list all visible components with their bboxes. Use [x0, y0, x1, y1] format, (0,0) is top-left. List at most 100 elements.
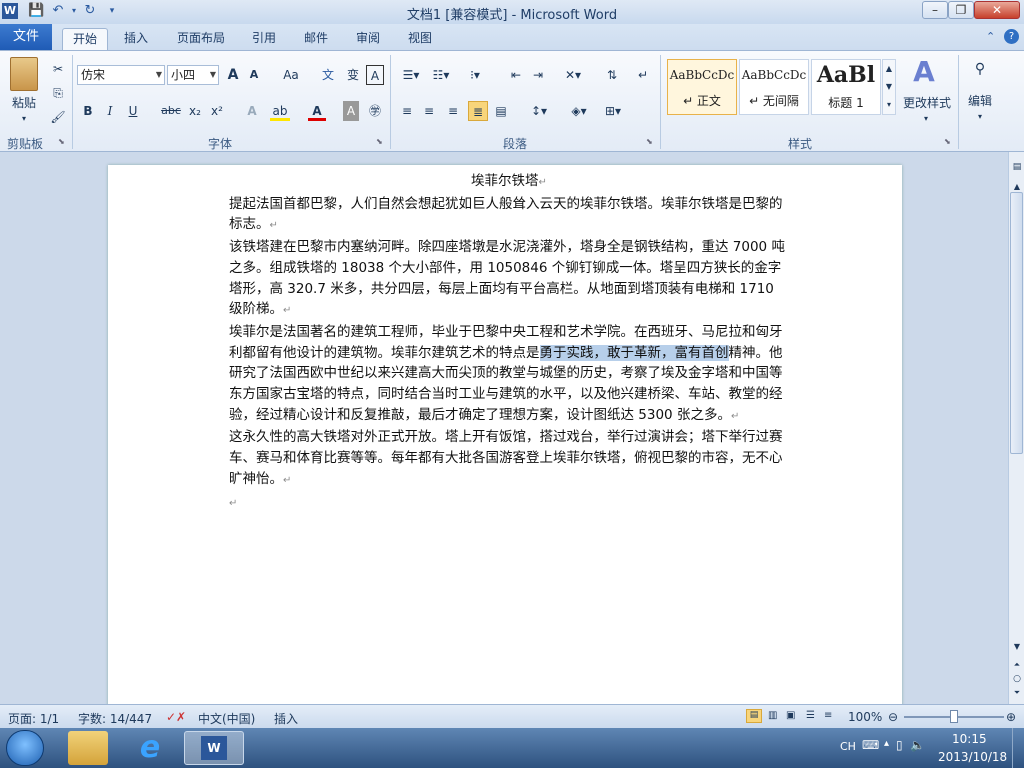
ribbon-collapse-icon[interactable]: ⌃	[986, 30, 995, 43]
word-count[interactable]: 字数: 14/447	[78, 710, 152, 727]
volume-icon[interactable]: 🔈	[910, 738, 925, 752]
tab-mailings[interactable]: 邮件	[298, 28, 334, 50]
italic-button[interactable]: I	[101, 101, 119, 121]
insert-mode[interactable]: 插入	[274, 710, 298, 727]
clipboard-launcher-icon[interactable]: ⬊	[58, 137, 65, 146]
clock-time[interactable]: 10:15	[952, 732, 987, 746]
tab-file[interactable]: 文件	[0, 24, 52, 50]
show-marks-icon[interactable]: ↵	[634, 65, 652, 85]
char-border-icon[interactable]: A	[366, 65, 384, 85]
help-icon[interactable]: ?	[1004, 29, 1019, 44]
font-name-combo[interactable]: 仿宋 ▼	[77, 65, 165, 85]
tray-expand-icon[interactable]: ▴	[884, 738, 889, 749]
chinese-layout-icon[interactable]: ✕▾	[560, 65, 586, 85]
font-size-combo[interactable]: 小四 ▼	[167, 65, 219, 85]
style-normal[interactable]: AaBbCcDc ↵ 正文	[667, 59, 737, 115]
bold-button[interactable]: B	[79, 101, 97, 121]
font-color-icon[interactable]: A	[308, 101, 326, 121]
tab-insert[interactable]: 插入	[116, 28, 156, 50]
start-button[interactable]	[6, 730, 44, 766]
minimize-button[interactable]: –	[922, 1, 948, 19]
scroll-thumb[interactable]	[1010, 192, 1023, 454]
keyboard-icon[interactable]: ⌨	[862, 738, 879, 752]
scroll-up-icon[interactable]: ▲	[1011, 182, 1023, 191]
text-effects-icon[interactable]: A	[242, 101, 262, 121]
zoom-out-icon[interactable]: ⊖	[888, 710, 898, 724]
language[interactable]: 中文(中国)	[198, 710, 255, 727]
binoculars-icon[interactable]: ⚲	[968, 61, 992, 81]
file-explorer-icon[interactable]	[68, 731, 108, 765]
prev-page-icon[interactable]: ⏶	[1011, 660, 1023, 670]
paste-dropdown-icon[interactable]: ▾	[16, 109, 32, 129]
tab-page-layout[interactable]: 页面布局	[170, 28, 232, 50]
tab-view[interactable]: 视图	[402, 28, 438, 50]
browse-object-icon[interactable]: ○	[1011, 674, 1023, 684]
highlight-icon[interactable]: ab	[270, 101, 290, 121]
zoom-in-icon[interactable]: ⊕	[1006, 710, 1016, 724]
shading-icon[interactable]: ◈▾	[566, 101, 592, 121]
document-body[interactable]: 埃菲尔铁塔↵ 提起法国首都巴黎，人们自然会想起犹如巨人般耸入云天的埃菲尔铁塔。埃…	[229, 171, 789, 514]
styles-launcher-icon[interactable]: ⬊	[944, 137, 951, 146]
tab-home[interactable]: 开始	[62, 28, 108, 50]
word-taskbar-icon[interactable]: W	[184, 731, 244, 765]
tab-references[interactable]: 引用	[246, 28, 282, 50]
tab-review[interactable]: 审阅	[350, 28, 386, 50]
paste-icon[interactable]	[10, 57, 38, 91]
change-styles-icon[interactable]: A	[908, 57, 940, 87]
style-heading-1[interactable]: AaBl 标题 1	[811, 59, 881, 115]
ruler-toggle-icon[interactable]: ▤	[1011, 162, 1023, 176]
borders-icon[interactable]: ⊞▾	[600, 101, 626, 121]
clock-date[interactable]: 2013/10/18	[938, 750, 1007, 764]
justify-icon[interactable]: ≣	[468, 101, 488, 121]
align-right-icon[interactable]: ≡	[444, 101, 462, 121]
font-launcher-icon[interactable]: ⬊	[376, 137, 383, 146]
line-spacing-icon[interactable]: ↕▾	[526, 101, 552, 121]
full-screen-reading-icon[interactable]: ▥	[768, 710, 777, 721]
cut-icon[interactable]: ✂	[48, 59, 68, 79]
align-center-icon[interactable]: ≡	[420, 101, 438, 121]
distributed-icon[interactable]: ▤	[492, 101, 510, 121]
close-button[interactable]: ✕	[974, 1, 1020, 19]
format-painter-icon[interactable]: 🖌	[48, 107, 68, 127]
phonetic-guide-icon[interactable]: 文	[318, 65, 338, 85]
bullets-icon[interactable]: ☰▾	[398, 65, 424, 85]
zoom-level[interactable]: 100%	[848, 710, 882, 724]
network-icon[interactable]: ▯	[896, 738, 903, 752]
enclosed-char-icon[interactable]: ㊫	[366, 101, 384, 121]
print-layout-icon[interactable]: ▤	[746, 709, 762, 723]
strikethrough-button[interactable]: abc	[158, 101, 184, 121]
grow-font-button[interactable]: A	[224, 65, 242, 85]
increase-indent-icon[interactable]: ⇥	[528, 65, 548, 85]
zoom-slider-thumb[interactable]	[950, 710, 958, 723]
align-left-icon[interactable]: ≡	[398, 101, 416, 121]
paragraph-launcher-icon[interactable]: ⬊	[646, 137, 653, 146]
proofing-icon[interactable]: ✓✗	[166, 710, 186, 724]
shrink-font-button[interactable]: A	[246, 65, 262, 85]
copy-icon[interactable]: ⎘	[48, 83, 68, 103]
char-shading-icon[interactable]: A	[343, 101, 359, 121]
outline-icon[interactable]: ☰	[806, 710, 815, 721]
font-group-label: 字体	[207, 137, 232, 151]
next-page-icon[interactable]: ⏷	[1011, 688, 1023, 698]
decrease-indent-icon[interactable]: ⇤	[506, 65, 526, 85]
subscript-button[interactable]: x₂	[186, 101, 204, 121]
document-page[interactable]: 埃菲尔铁塔↵ 提起法国首都巴黎，人们自然会想起犹如巨人般耸入云天的埃菲尔铁塔。埃…	[108, 165, 902, 710]
show-desktop-button[interactable]	[1012, 728, 1024, 768]
restore-button[interactable]: ❐	[948, 1, 974, 19]
change-case-button[interactable]: Aa	[278, 65, 304, 85]
superscript-button[interactable]: x²	[208, 101, 226, 121]
enclose-chars-icon[interactable]: 变	[343, 65, 363, 85]
style-no-spacing[interactable]: AaBbCcDc ↵ 无间隔	[739, 59, 809, 115]
sort-icon[interactable]: ⇅	[602, 65, 622, 85]
underline-button[interactable]: U	[124, 101, 142, 121]
web-layout-icon[interactable]: ▣	[786, 710, 795, 721]
input-language[interactable]: CH	[840, 740, 856, 753]
numbering-icon[interactable]: ☷▾	[428, 65, 454, 85]
page-count[interactable]: 页面: 1/1	[8, 710, 59, 727]
multilevel-list-icon[interactable]: ⁝▾	[462, 65, 488, 85]
styles-scroll[interactable]: ▲ ▼ ▾	[882, 59, 896, 115]
internet-explorer-icon[interactable]: e	[130, 731, 170, 765]
draft-icon[interactable]: ≡	[824, 710, 832, 721]
vertical-scrollbar[interactable]: ▤ ▲ ▼ ⏶ ○ ⏷	[1008, 152, 1024, 704]
scroll-down-icon[interactable]: ▼	[1011, 642, 1023, 651]
